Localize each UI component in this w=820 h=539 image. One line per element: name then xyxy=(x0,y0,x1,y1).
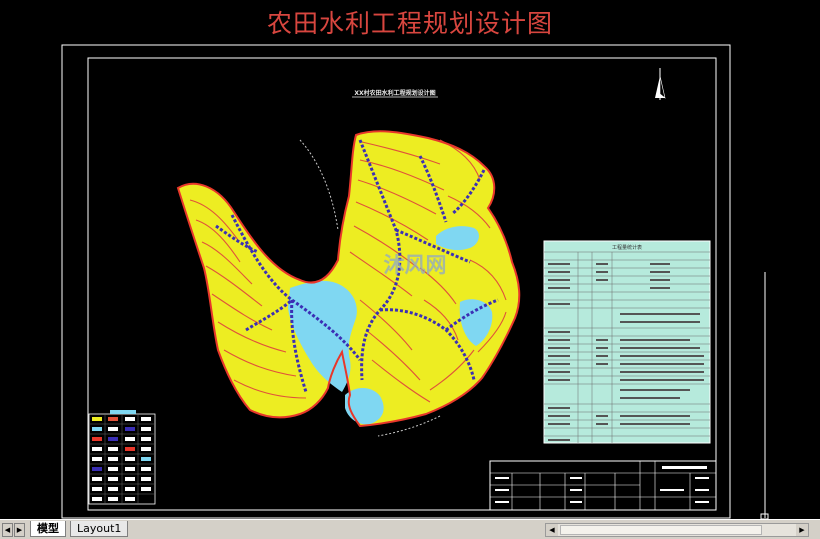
tab-prev-icon[interactable]: ▶ xyxy=(14,523,25,537)
watermark: 沐风网 xyxy=(384,253,447,277)
cad-drawing-canvas[interactable]: XX村农田水利工程规划设计图 沐风网 工程量统计表 xyxy=(0,0,820,519)
tab-first-icon[interactable]: ◀ xyxy=(2,523,13,537)
layout-tab-bar: ◀ ▶ 模型 Layout1 ◀ ▶ xyxy=(0,519,820,539)
title-block xyxy=(489,460,717,511)
legend-table xyxy=(88,410,156,505)
tab-model[interactable]: 模型 xyxy=(30,521,66,537)
scroll-left-icon[interactable]: ◀ xyxy=(546,524,558,536)
drawing-title: XX村农田水利工程规划设计图 xyxy=(354,89,435,97)
scrollbar-thumb[interactable] xyxy=(560,525,762,535)
table-title: 工程量统计表 xyxy=(612,244,642,251)
horizontal-scrollbar[interactable]: ◀ ▶ xyxy=(545,523,809,537)
scroll-right-icon[interactable]: ▶ xyxy=(796,524,808,536)
farmland-map xyxy=(176,130,521,437)
tab-layout1[interactable]: Layout1 xyxy=(70,521,129,537)
north-arrow-icon xyxy=(655,68,666,100)
quantity-table: 工程量统计表 xyxy=(543,240,711,444)
